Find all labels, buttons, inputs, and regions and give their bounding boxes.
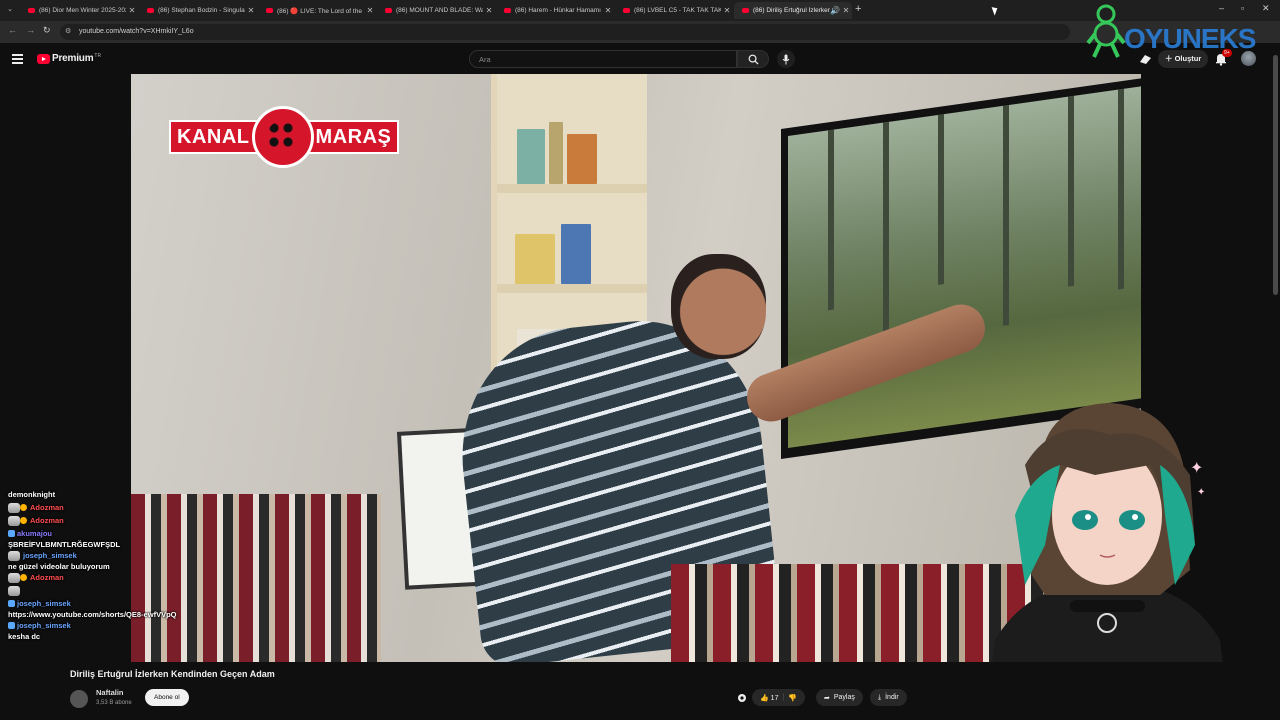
channel-name[interactable]: Naftalin <box>96 688 124 697</box>
search-icon <box>748 54 759 65</box>
youtube-play-icon <box>37 53 50 64</box>
share-icon: ➦ <box>824 694 830 702</box>
browser-tab[interactable]: (86) 🔴 LIVE: The Lord of the Rings✕ <box>258 2 376 19</box>
site-info-icon[interactable]: ⚙ <box>65 24 75 40</box>
browser-tab[interactable]: (86) Dior Men Winter 2025-2026 ✕ <box>20 2 138 19</box>
watermark-text: OYUNEKS <box>1124 23 1256 54</box>
share-button[interactable]: ➦ Paylaş <box>816 689 863 706</box>
close-tab-icon[interactable]: ✕ <box>602 6 614 15</box>
gear-icon[interactable] <box>736 692 748 704</box>
search-button[interactable] <box>737 50 769 68</box>
chat-message: joseph_simsek <box>8 597 278 610</box>
search-input[interactable]: Ara <box>469 50 737 68</box>
chat-message-text: kesha dc <box>8 632 41 641</box>
tab-search-chevron-icon[interactable]: ⌄ <box>4 5 16 16</box>
live-chat-overlay: demonknight Adozman Adozman akumajou ŞBR… <box>8 488 278 641</box>
thumbs-down-icon: 👎 <box>788 694 798 702</box>
thumbs-up-icon: 👍 <box>760 694 769 702</box>
video-info: Diriliş Ertuğrul İzlerken Kendinden Geçe… <box>0 662 1280 720</box>
speaker-icon[interactable]: 🔊 <box>830 6 840 15</box>
badge-icon <box>8 530 15 537</box>
stick-figure-icon <box>1086 4 1126 58</box>
subscribe-button[interactable]: Abone ol <box>145 689 189 706</box>
chat-message: akumajou <box>8 527 278 540</box>
subscriber-count: 3,53 B abone <box>96 700 132 706</box>
download-icon: ⤓ <box>878 693 882 701</box>
url-field[interactable]: ⚙ youtube.com/watch?v=XHmkiIY_L6o <box>60 24 1070 40</box>
browser-tab[interactable]: (86) Harem - Hünkar Hamamı Vol✕ <box>496 2 614 19</box>
emote-icon <box>8 550 20 561</box>
badge-icon <box>20 574 27 581</box>
close-tab-icon[interactable]: ✕ <box>721 6 733 15</box>
page-scrollbar[interactable] <box>1271 43 1280 720</box>
like-dislike-group: 👍 17 | 👎 <box>752 689 806 706</box>
voice-search-button[interactable] <box>777 50 795 68</box>
browser-tab[interactable]: (86) Stephan Bodzin - Singularity ✕ <box>139 2 257 19</box>
youtube-favicon-icon <box>385 8 392 13</box>
youtube-favicon-icon <box>742 8 749 13</box>
chat-message: joseph_simsek <box>8 549 278 562</box>
browser-tab-active[interactable]: (86) Diriliş Ertuğrul İzlerken Kendinden… <box>734 2 852 19</box>
browser-tab[interactable]: (86) LVBEL C5 - TAK TAK TAK (Prod)✕ <box>615 2 733 19</box>
browser-tab[interactable]: (86) MOUNT AND BLADE: Warband✕ <box>377 2 495 19</box>
svg-text:✦: ✦ <box>1190 458 1203 477</box>
ladybug-icon <box>251 106 314 168</box>
like-button[interactable]: 👍 17 <box>760 694 778 702</box>
chat-message-text: ne güzel videolar buluyorum <box>8 562 110 571</box>
forward-icon[interactable]: → <box>26 25 35 35</box>
close-tab-icon[interactable]: ✕ <box>483 6 495 15</box>
chat-message-text: https://www.youtube.com/shorts/QE8-ewfVV… <box>8 610 177 619</box>
close-tab-icon[interactable]: ✕ <box>364 6 376 15</box>
youtube-favicon-icon <box>28 8 35 13</box>
channel-logo: KANAL MARAŞ <box>169 106 400 168</box>
download-button[interactable]: ⤓ İndir <box>870 689 907 706</box>
video-title: Diriliş Ertuğrul İzlerken Kendinden Geçe… <box>70 669 275 679</box>
back-icon[interactable]: ← <box>8 25 17 35</box>
badge-icon <box>20 504 27 511</box>
emote-icon <box>8 585 20 596</box>
chat-message: Adozman <box>8 514 278 527</box>
badge-icon <box>8 600 15 607</box>
close-tab-icon[interactable]: ✕ <box>840 6 852 15</box>
youtube-favicon-icon <box>266 8 273 13</box>
chat-message: joseph_simsek <box>8 619 278 632</box>
youtube-favicon-icon <box>147 8 154 13</box>
emote-icon <box>8 515 20 526</box>
man-head <box>671 254 766 359</box>
chat-message <box>8 584 278 597</box>
scrollbar-thumb[interactable] <box>1273 55 1278 295</box>
youtube-favicon-icon <box>504 8 511 13</box>
badge-icon <box>8 622 15 629</box>
close-tab-icon[interactable]: ✕ <box>126 6 138 15</box>
svg-text:✦: ✦ <box>1197 487 1205 498</box>
dislike-button[interactable]: 👎 <box>788 694 797 702</box>
chat-message-text: ŞBREİFVLBMNTLRĞEGWFŞDL <box>8 540 121 549</box>
chat-message: Adozman <box>8 501 278 514</box>
streamer-watermark-logo: OYUNEKS <box>1086 3 1278 59</box>
microphone-icon <box>782 54 790 64</box>
new-tab-button[interactable]: + <box>855 3 861 15</box>
chat-message: demonknight <box>8 490 56 499</box>
badge-icon <box>20 517 27 524</box>
reload-icon[interactable]: ↻ <box>43 25 51 36</box>
youtube-logo[interactable]: Premium TR <box>37 53 101 64</box>
youtube-favicon-icon <box>623 8 630 13</box>
emote-icon <box>8 572 20 583</box>
close-tab-icon[interactable]: ✕ <box>245 6 257 15</box>
chat-message: Adozman <box>8 571 278 584</box>
channel-avatar[interactable] <box>70 690 88 708</box>
menu-icon[interactable] <box>12 54 23 64</box>
emote-icon <box>8 502 20 513</box>
